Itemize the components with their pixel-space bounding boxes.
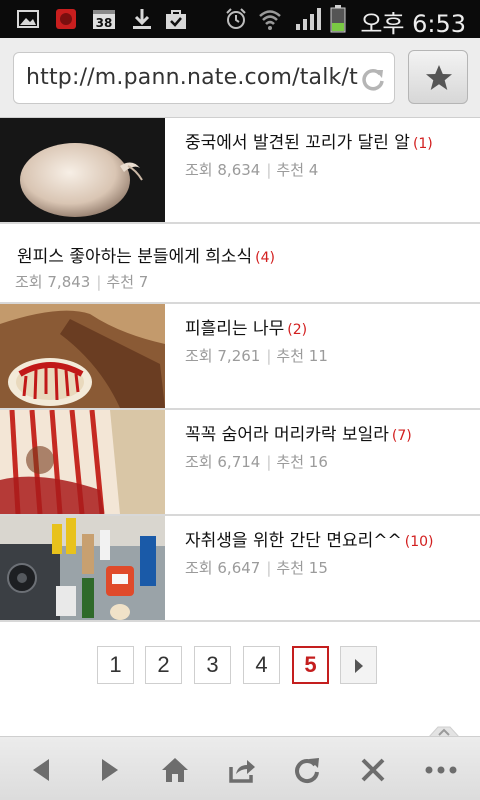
forward-icon[interactable]: [94, 755, 124, 785]
post-title[interactable]: 피흘리는 나무 (2): [185, 314, 307, 339]
recommend-count: 4: [308, 161, 319, 179]
battery-icon: [330, 5, 346, 33]
status-bar: 38 오후 6:53: [0, 0, 480, 38]
wifi-icon: [259, 10, 281, 30]
post-meta: 조회 8,634 | 추천 4: [185, 161, 319, 179]
status-time: 오후 6:53: [360, 10, 466, 38]
back-icon[interactable]: [27, 755, 57, 785]
post-meta: 조회 6,647 | 추천 15: [185, 559, 328, 577]
url-text[interactable]: http://m.pann.nate.com/talk/t: [26, 65, 358, 90]
bag-icon: [166, 10, 186, 29]
close-icon[interactable]: [358, 755, 388, 785]
post-thumbnail-tree[interactable]: [0, 304, 165, 408]
comment-count: (4): [255, 250, 276, 266]
signal-icon: [296, 8, 321, 30]
post-item[interactable]: 자취생을 위한 간단 면요리^^ (10) 조회 6,647 | 추천 15: [0, 516, 480, 622]
post-list: 중국에서 발견된 꼬리가 달린 알 (1) 조회 8,634 | 추천 4 원피스 좋…: [0, 118, 480, 622]
reload-icon[interactable]: [360, 66, 386, 92]
chevron-right-icon: [355, 659, 363, 673]
post-thumbnail-kitchen[interactable]: [0, 516, 165, 620]
post-meta: 조회 6,714 | 추천 16: [185, 453, 328, 471]
home-icon[interactable]: [160, 755, 190, 785]
post-title[interactable]: 꼭꼭 숨어라 머리카락 보일라 (7): [185, 420, 412, 445]
comment-count: (7): [391, 428, 412, 444]
post-thumbnail-egg[interactable]: [0, 118, 165, 222]
browser-toolbar: [0, 736, 480, 800]
page-4-button[interactable]: 4: [243, 646, 280, 684]
star-icon: [426, 65, 452, 90]
post-meta: 조회 7,843 | 추천 7: [15, 273, 149, 291]
page-5-button[interactable]: 5: [292, 646, 329, 684]
comment-count: (1): [412, 136, 433, 152]
post-title[interactable]: 원피스 좋아하는 분들에게 희소식 (4): [17, 242, 275, 267]
recommend-count: 15: [308, 559, 328, 577]
download-icon: [133, 9, 151, 29]
app-icon: [56, 9, 76, 29]
page-1-button[interactable]: 1: [97, 646, 134, 684]
post-thumbnail-curtain[interactable]: [0, 410, 165, 514]
post-item[interactable]: 원피스 좋아하는 분들에게 희소식 (4) 조회 7,843 | 추천 7: [0, 224, 480, 304]
post-title[interactable]: 중국에서 발견된 꼬리가 달린 알 (1): [185, 128, 433, 153]
view-count: 6,714: [217, 453, 261, 471]
view-count: 7,843: [47, 273, 91, 291]
post-item[interactable]: 중국에서 발견된 꼬리가 달린 알 (1) 조회 8,634 | 추천 4: [0, 118, 480, 224]
more-icon[interactable]: [424, 755, 458, 785]
share-icon[interactable]: [227, 755, 257, 785]
page-3-button[interactable]: 3: [194, 646, 231, 684]
url-input[interactable]: http://m.pann.nate.com/talk/t: [13, 52, 395, 104]
post-title[interactable]: 자취생을 위한 간단 면요리^^ (10): [185, 526, 434, 551]
view-count: 8,634: [217, 161, 261, 179]
post-item[interactable]: 꼭꼭 숨어라 머리카락 보일라 (7) 조회 6,714 | 추천 16: [0, 410, 480, 516]
post-item[interactable]: 피흘리는 나무 (2) 조회 7,261 | 추천 11: [0, 304, 480, 410]
calendar-badge: 38: [96, 16, 113, 30]
recommend-count: 11: [308, 347, 328, 365]
view-count: 7,261: [217, 347, 261, 365]
comment-count: (2): [287, 322, 308, 338]
recommend-count: 16: [308, 453, 328, 471]
address-bar: http://m.pann.nate.com/talk/t: [0, 38, 480, 118]
post-meta: 조회 7,261 | 추천 11: [185, 347, 328, 365]
gallery-icon: [17, 10, 39, 28]
bookmark-button[interactable]: [408, 50, 468, 104]
recommend-count: 7: [138, 273, 149, 291]
refresh-icon[interactable]: [292, 755, 322, 785]
next-page-button[interactable]: [340, 646, 377, 684]
calendar-icon: 38: [93, 10, 115, 30]
view-count: 6,647: [217, 559, 261, 577]
page-2-button[interactable]: 2: [145, 646, 182, 684]
alarm-icon: [226, 8, 246, 29]
comment-count: (10): [404, 534, 434, 550]
